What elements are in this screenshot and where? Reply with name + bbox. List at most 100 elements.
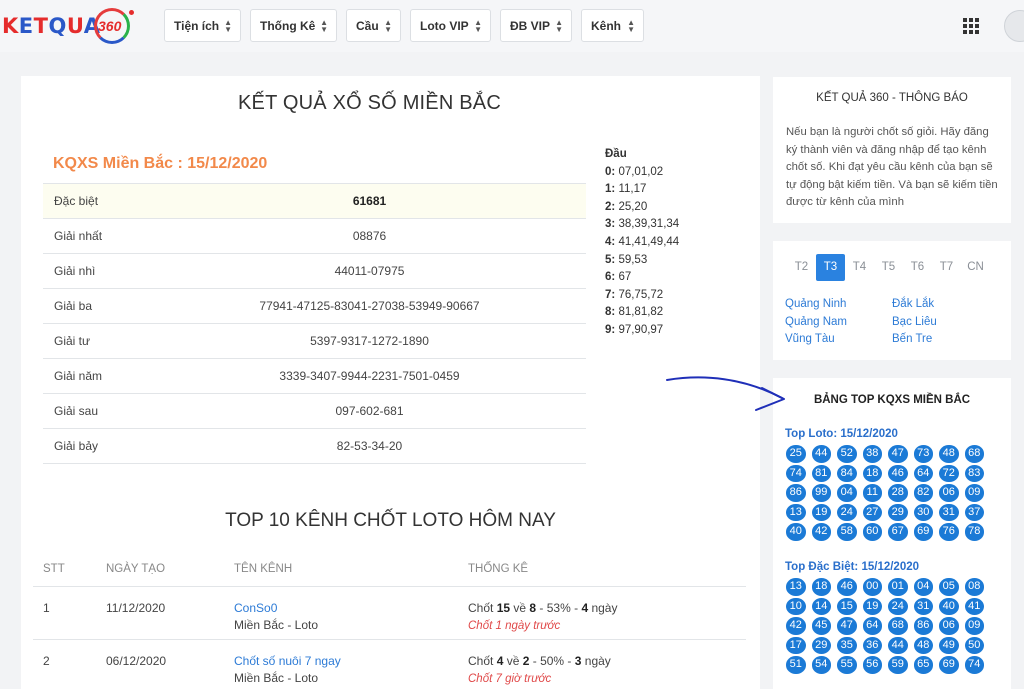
cell-channel: Chốt số nuôi 7 ngay Miền Bắc - Loto [224, 639, 458, 689]
number-ball: 37 [964, 503, 984, 521]
notice-card: KẾT QUẢ 360 - THÔNG BÁO Nếu bạn là người… [773, 77, 1011, 223]
tab-t7[interactable]: T7 [932, 254, 961, 281]
tab-t5[interactable]: T5 [874, 254, 903, 281]
table-row: Giải ba 77941-47125-83041-27038-53949-90… [43, 288, 586, 324]
number-ball: 48 [913, 636, 933, 654]
top-db-balls: 13 18 46 00 01 04 05 08 10 14 15 19 24 31 40 41 42 45 47 64… [786, 578, 984, 674]
prize-value: 08876 [153, 218, 586, 254]
notice-body: Nếu bạn là người chốt số giỏi. Hãy đăng … [786, 126, 998, 208]
number-ball: 06 [939, 617, 959, 635]
dau-key: 0: [605, 165, 616, 178]
cell-channel: ConSo0 Miền Bắc - Loto [224, 586, 458, 640]
number-ball: 14 [811, 597, 831, 615]
tab-cn[interactable]: CN [961, 254, 990, 281]
sort-caret-icon: ▲ ▼ [224, 18, 232, 34]
table-row: 1 11/12/2020 ConSo0 Miền Bắc - Loto Chốt… [33, 586, 746, 640]
stat-text: Chốt [468, 653, 497, 668]
nav-loto-vip[interactable]: Loto VIP ▲ ▼ [410, 9, 491, 42]
dau-values: 41,41,49,44 [618, 235, 680, 248]
col-header: STT [33, 552, 96, 587]
tab-t2[interactable]: T2 [787, 254, 816, 281]
nav-label: Tiện ích [174, 18, 220, 33]
number-ball: 24 [837, 503, 857, 521]
number-ball: 99 [811, 484, 831, 502]
nav-label: Thống Kê [260, 18, 316, 33]
dau-values: 11,17 [618, 183, 647, 196]
number-ball: 05 [939, 578, 959, 596]
top-loto-label: Top Loto: 15/12/2020 [785, 428, 898, 440]
apps-grid-icon[interactable] [963, 18, 979, 34]
number-ball: 56 [862, 656, 882, 674]
number-ball: 04 [913, 578, 933, 596]
number-ball: 19 [811, 503, 831, 521]
number-ball: 46 [837, 578, 857, 596]
province-link[interactable]: Quảng Nam [785, 314, 847, 332]
list-item: 8: 81,81,82 [605, 304, 679, 322]
number-ball: 47 [888, 445, 908, 463]
number-ball: 19 [862, 597, 882, 615]
number-ball: 00 [862, 578, 882, 596]
list-item: 0: 07,01,02 [605, 164, 679, 182]
table-header-row: STT NGÀY TẠO TÊN KÊNH THỐNG KÊ [33, 552, 746, 587]
province-link[interactable]: Bạc Liêu [892, 314, 937, 332]
table-row: Giải bảy 82-53-34-20 [43, 428, 586, 464]
nav-label: ĐB VIP [510, 18, 551, 33]
site-logo[interactable]: KETQUA 360 [2, 6, 134, 46]
number-ball: 86 [786, 484, 806, 502]
number-ball: 64 [862, 617, 882, 635]
list-item: 2: 25,20 [605, 199, 679, 217]
dau-values: 25,20 [618, 200, 648, 213]
results-table: Đặc biệt 61681 Giải nhất 08876 Giải nhì … [43, 183, 586, 464]
avatar[interactable] [1004, 10, 1024, 42]
results-subtitle[interactable]: KQXS Miền Bắc : 15/12/2020 [53, 155, 267, 173]
number-ball: 11 [862, 484, 882, 502]
nav-label: Kênh [591, 18, 621, 33]
cell-stt: 1 [33, 586, 96, 640]
number-ball: 69 [913, 523, 933, 541]
dau-key: 7: [605, 288, 616, 301]
nav-thong-ke[interactable]: Thống Kê ▲ ▼ [250, 9, 337, 42]
tab-t6[interactable]: T6 [903, 254, 932, 281]
list-item: 4: 41,41,49,44 [605, 234, 679, 252]
table-row: Đặc biệt 61681 [43, 183, 586, 219]
time-ago: Chốt 1 ngày trước [468, 619, 561, 632]
dau-loto-list: Đầu 0: 07,01,02 1: 11,17 2: 25,20 3: 38,… [605, 146, 679, 340]
tab-t4[interactable]: T4 [845, 254, 874, 281]
nav-kenh[interactable]: Kênh ▲ ▼ [581, 9, 644, 42]
cell-date: 06/12/2020 [96, 639, 224, 689]
prize-label: Giải ba [43, 288, 153, 324]
table-row: Giải tư 5397-9317-1272-1890 [43, 323, 586, 359]
province-link[interactable]: Đắk Lắk [892, 296, 937, 314]
channel-link[interactable]: ConSo0 [234, 601, 277, 615]
dau-key: 8: [605, 306, 616, 319]
cell-stats: Chốt 4 về 2 - 50% - 3 ngày Chốt 7 giờ tr… [458, 639, 746, 689]
number-ball: 64 [913, 464, 933, 482]
number-ball: 51 [786, 656, 806, 674]
dau-values: 38,39,31,34 [618, 218, 680, 231]
top-loto-balls: 25 44 52 38 47 73 48 68 74 81 84 18 46 64 72 83 86 99 04 11… [786, 445, 984, 541]
nav-cau[interactable]: Cầu ▲ ▼ [346, 9, 401, 42]
province-link[interactable]: Vũng Tàu [785, 331, 847, 349]
number-ball: 72 [939, 464, 959, 482]
table-row: Giải nhất 08876 [43, 218, 586, 254]
number-ball: 31 [913, 597, 933, 615]
provinces-right: Đắk Lắk Bạc Liêu Bến Tre [892, 296, 937, 349]
prize-label: Giải nhì [43, 253, 153, 289]
number-ball: 83 [964, 464, 984, 482]
number-ball: 78 [964, 523, 984, 541]
list-item: 5: 59,53 [605, 252, 679, 270]
tab-t3[interactable]: T3 [816, 254, 845, 281]
prize-value: 44011-07975 [153, 253, 586, 289]
province-link[interactable]: Quảng Ninh [785, 296, 847, 314]
list-item: 9: 97,90,97 [605, 322, 679, 340]
nav-tien-ich[interactable]: Tiện ích ▲ ▼ [164, 9, 241, 42]
top-db-label: Top Đặc Biệt: 15/12/2020 [785, 561, 920, 573]
provinces-left: Quảng Ninh Quảng Nam Vũng Tàu [785, 296, 847, 349]
number-ball: 59 [888, 656, 908, 674]
prize-label: Giải sau [43, 393, 153, 429]
nav-db-vip[interactable]: ĐB VIP ▲ ▼ [500, 9, 572, 42]
top-kqxs-card: BẢNG TOP KQXS MIỀN BẮC Top Loto: 15/12/2… [773, 378, 1011, 689]
province-link[interactable]: Bến Tre [892, 331, 937, 349]
channel-link[interactable]: Chốt số nuôi 7 ngay [234, 654, 341, 668]
number-ball: 28 [888, 484, 908, 502]
